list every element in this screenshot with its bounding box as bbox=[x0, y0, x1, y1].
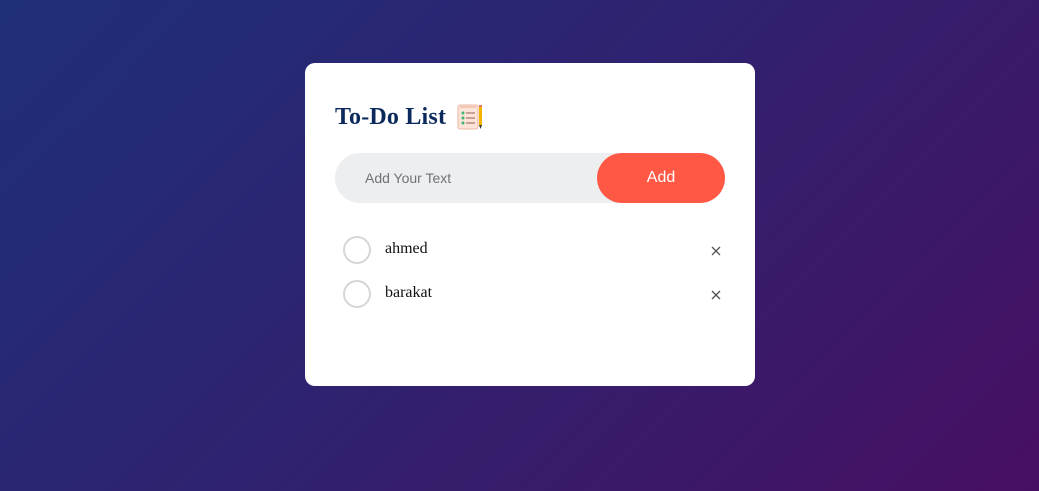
task-checkbox[interactable] bbox=[343, 236, 371, 264]
task-text: ahmed bbox=[385, 240, 428, 257]
task-text: barakat bbox=[385, 284, 433, 301]
page-title: To-Do List bbox=[335, 103, 447, 130]
todo-card: To-Do List Add ahmed bbox=[305, 63, 755, 386]
checklist-notepad-icon bbox=[456, 103, 484, 131]
task-item[interactable]: ahmed bbox=[343, 236, 725, 280]
title-row: To-Do List bbox=[335, 103, 484, 131]
task-input[interactable] bbox=[335, 153, 597, 203]
task-list: ahmed barakat bbox=[343, 236, 725, 324]
add-task-row: Add bbox=[335, 153, 725, 203]
task-checkbox[interactable] bbox=[343, 280, 371, 308]
add-button[interactable]: Add bbox=[597, 153, 725, 203]
task-item[interactable]: barakat bbox=[343, 280, 725, 324]
close-icon[interactable] bbox=[707, 242, 725, 260]
close-icon[interactable] bbox=[707, 286, 725, 304]
